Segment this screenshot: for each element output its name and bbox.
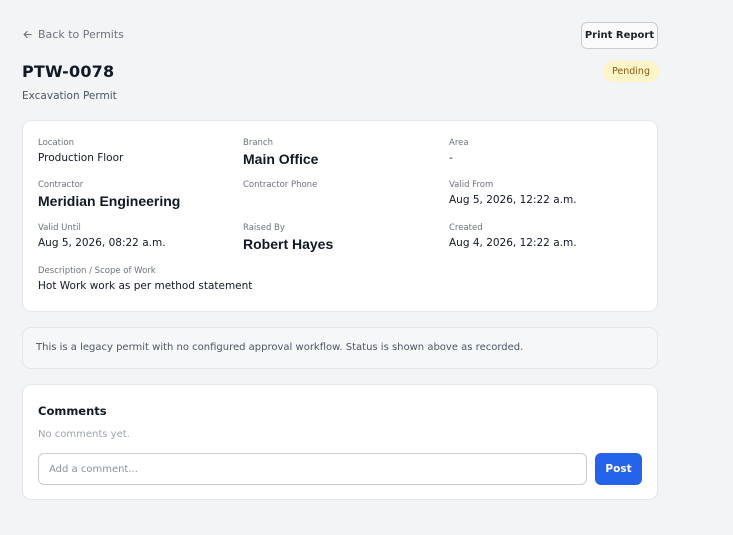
field-label: Valid From <box>449 180 494 190</box>
field-raised-by: Raised By Robert Hayes <box>243 223 333 252</box>
field-label: Area <box>449 138 469 148</box>
comments-title: Comments <box>38 404 107 418</box>
field-location: Location Production Floor <box>38 138 123 164</box>
field-value: Main Office <box>243 151 319 167</box>
field-label: Contractor Phone <box>243 180 318 190</box>
post-button[interactable]: Post <box>595 453 642 485</box>
field-label: Contractor <box>38 180 84 190</box>
field-description: Description / Scope of Work Hot Work wor… <box>38 266 252 292</box>
comments-section: Comments No comments yet. Post <box>22 384 658 500</box>
page-title: PTW-0078 <box>22 62 115 81</box>
field-contractor: Contractor Meridian Engineering <box>38 180 180 209</box>
field-value: Hot Work work as per method statement <box>38 280 253 292</box>
field-valid-until: Valid Until Aug 5, 2026, 08:22 a.m. <box>38 223 166 249</box>
field-value: Production Floor <box>38 152 124 164</box>
field-valid-from: Valid From Aug 5, 2026, 12:22 a.m. <box>449 180 577 206</box>
legacy-notice: This is a legacy permit with no configur… <box>22 327 658 369</box>
field-label: Location <box>38 138 74 148</box>
field-label: Raised By <box>243 223 285 233</box>
field-value: Robert Hayes <box>243 236 334 252</box>
status-badge: Pending <box>603 61 659 82</box>
field-created: Created Aug 4, 2026, 12:22 a.m. <box>449 223 577 249</box>
field-value: Meridian Engineering <box>38 193 181 209</box>
field-value: Aug 5, 2026, 08:22 a.m. <box>38 237 166 249</box>
field-label: Created <box>449 223 483 233</box>
field-label: Valid Until <box>38 223 81 233</box>
field-value: Aug 5, 2026, 12:22 a.m. <box>449 194 577 206</box>
field-value: - <box>449 152 453 164</box>
permit-type: Excavation Permit <box>22 90 117 102</box>
back-link-label: Back to Permits <box>38 28 124 41</box>
print-report-button[interactable]: Print Report <box>581 22 658 49</box>
field-area: Area - <box>449 138 469 164</box>
back-to-permits-link[interactable]: Back to Permits <box>22 28 124 41</box>
permit-details-card: Location Production Floor Branch Main Of… <box>22 120 658 312</box>
field-label: Branch <box>243 138 273 148</box>
notice-text: This is a legacy permit with no configur… <box>36 342 524 353</box>
comments-empty-text: No comments yet. <box>38 429 130 440</box>
field-branch: Branch Main Office <box>243 138 318 167</box>
field-value: Aug 4, 2026, 12:22 a.m. <box>449 237 577 249</box>
field-label: Description / Scope of Work <box>38 266 156 276</box>
arrow-left-icon <box>23 31 32 38</box>
field-contractor-phone: Contractor Phone <box>243 180 317 194</box>
comment-input[interactable] <box>38 453 587 485</box>
